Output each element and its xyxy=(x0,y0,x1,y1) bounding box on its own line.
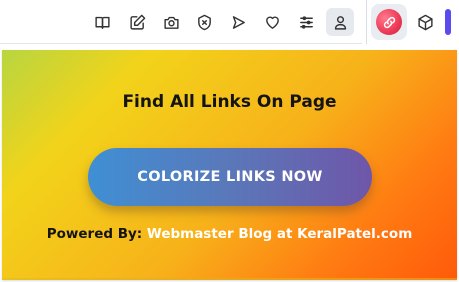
camera-icon[interactable] xyxy=(157,8,185,36)
profile-icon[interactable] xyxy=(326,8,354,36)
heart-icon[interactable] xyxy=(258,8,286,36)
powered-by-line: Powered By: Webmaster Blog at KeralPatel… xyxy=(2,226,457,242)
edit-icon[interactable] xyxy=(123,8,151,36)
toolbar-divider xyxy=(366,0,367,44)
browser-toolbar xyxy=(0,0,459,44)
shield-x-icon[interactable] xyxy=(190,8,218,36)
colorize-links-button[interactable]: COLORIZE LINKS NOW xyxy=(88,148,372,206)
sliders-icon[interactable] xyxy=(292,8,320,36)
powered-by-label: Powered By: xyxy=(46,226,143,242)
toolbar-accent-bar xyxy=(445,9,451,35)
popup-title: Find All Links On Page xyxy=(122,92,337,112)
reading-mode-icon[interactable] xyxy=(88,8,116,36)
extension-popup: Find All Links On Page COLORIZE LINKS NO… xyxy=(2,50,457,280)
powered-by-link[interactable]: Webmaster Blog at KeralPatel.com xyxy=(147,226,412,242)
cube-icon[interactable] xyxy=(411,8,439,36)
popup-bottom-edge xyxy=(2,278,457,280)
send-icon[interactable] xyxy=(224,8,252,36)
link-colorizer-extension-icon[interactable] xyxy=(376,9,402,35)
toolbar-separator xyxy=(0,43,362,44)
